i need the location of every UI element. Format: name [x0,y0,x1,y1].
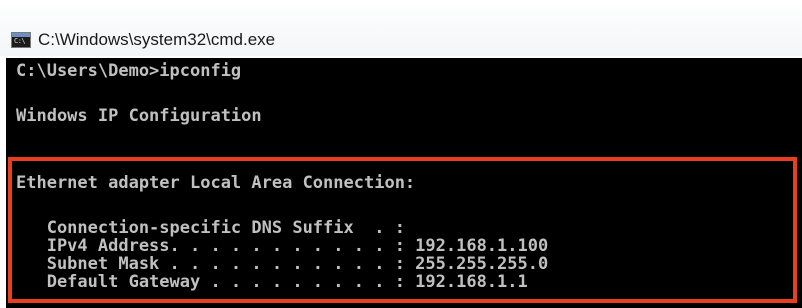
console-line-dns-suffix: Connection-specific DNS Suffix . : [16,218,405,238]
console-line-adapter: Ethernet adapter Local Area Connection: [16,173,416,193]
console-output-area[interactable]: C:\Users\Demo>ipconfig Windows IP Config… [6,58,802,308]
cmd-console-icon[interactable]: C:\ [11,32,31,48]
window-title: C:\Windows\system32\cmd.exe [38,30,276,49]
title-bar[interactable]: C:\ C:\Windows\system32\cmd.exe [0,0,802,56]
console-line-gateway: Default Gateway . . . . . . . . . : 192.… [16,272,528,292]
console-line-heading: Windows IP Configuration [16,106,262,126]
icon-prompt-text: C:\ [14,37,26,45]
console-line-command: C:\Users\Demo>ipconfig [16,61,242,81]
console-line-ipv4: IPv4 Address. . . . . . . . . . . : 192.… [16,236,549,256]
cmd-window: C:\ C:\Windows\system32\cmd.exe C:\Users… [0,0,802,308]
console-line-subnet: Subnet Mask . . . . . . . . . . . : 255.… [16,254,549,274]
